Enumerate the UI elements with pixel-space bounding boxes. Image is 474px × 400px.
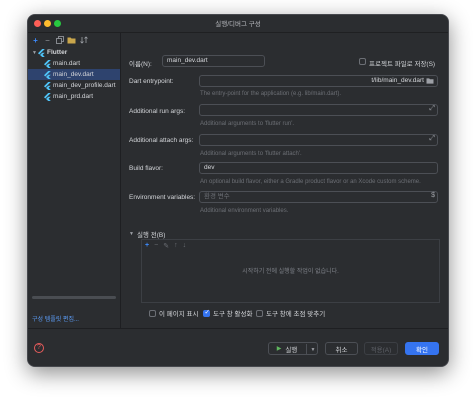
- config-form: 이름(N): main_dev.dart 프로젝트 파일로 저장(S) Dart…: [121, 33, 448, 329]
- activate-tool-window-checkbox[interactable]: [203, 308, 210, 317]
- flutter-icon: [38, 48, 45, 57]
- tree-group-label: Flutter: [47, 49, 68, 56]
- remove-icon[interactable]: −: [43, 36, 52, 45]
- run-args-hint: Additional arguments to 'flutter run'.: [200, 121, 295, 127]
- expand-icon[interactable]: ⤢: [429, 105, 435, 113]
- show-page-label: 이 페이지 표시: [159, 311, 199, 318]
- folder-icon[interactable]: [67, 36, 76, 45]
- copy-icon[interactable]: [55, 36, 64, 45]
- remove-icon[interactable]: −: [154, 242, 158, 250]
- build-flavor-hint: An optional build flavor, either a Gradl…: [200, 179, 421, 185]
- down-icon[interactable]: ↓: [183, 242, 187, 250]
- tree-group-flutter[interactable]: ▼ Flutter: [28, 47, 120, 58]
- entrypoint-input[interactable]: t/lib/main_dev.dart: [199, 75, 438, 87]
- flutter-icon: [44, 92, 51, 101]
- name-label: 이름(N):: [129, 61, 152, 68]
- sidebar-toolbar: + −: [31, 34, 88, 46]
- apply-button[interactable]: 적용(A): [364, 342, 398, 355]
- help-button[interactable]: ?: [34, 343, 44, 353]
- activate-tool-window-option[interactable]: 도구 창 활성화: [203, 308, 253, 318]
- name-input[interactable]: main_dev.dart: [162, 55, 265, 67]
- sidebar-scrollbar[interactable]: [32, 296, 116, 299]
- tree-item-selected[interactable]: main_dev.dart: [28, 69, 120, 80]
- build-flavor-input[interactable]: dev: [199, 162, 438, 174]
- env-label: Environment variables:: [129, 194, 196, 201]
- tree-item-label: main_prd.dart: [53, 93, 94, 100]
- tree-item-label: main.dart: [53, 60, 81, 67]
- store-as-project-file-label: 프로젝트 파일로 저장(S): [369, 61, 436, 68]
- add-icon[interactable]: +: [145, 242, 149, 250]
- cancel-button[interactable]: 취소: [325, 342, 358, 355]
- flutter-icon: [44, 70, 51, 79]
- env-browse-icon[interactable]: $: [431, 192, 435, 199]
- tree-item[interactable]: main_dev_profile.dart: [28, 80, 120, 91]
- activate-tool-window-label: 도구 창 활성화: [213, 311, 253, 318]
- window-title: 실행/디버그 구성: [215, 21, 261, 28]
- entrypoint-value: t/lib/main_dev.dart: [371, 77, 424, 84]
- focus-tool-window-checkbox[interactable]: [256, 309, 263, 317]
- focus-tool-window-option[interactable]: 도구 창에 초점 맞추기: [256, 308, 325, 318]
- env-hint: Additional environment variables.: [200, 208, 289, 214]
- dialog-button-bar: ? ▶ 실행 ▼ 취소 적용(A) 확인: [28, 328, 448, 366]
- attach-args-label: Additional attach args:: [129, 137, 194, 144]
- show-page-checkbox[interactable]: [149, 309, 156, 317]
- title-bar: 실행/디버그 구성: [28, 15, 448, 33]
- attach-args-hint: Additional arguments to 'flutter attach'…: [200, 151, 302, 157]
- run-button[interactable]: ▶ 실행 ▼: [268, 342, 318, 355]
- play-icon: ▶: [276, 346, 282, 352]
- add-icon[interactable]: +: [31, 36, 40, 45]
- before-launch-title: 실행 전(B): [136, 232, 166, 239]
- run-args-label: Additional run args:: [129, 108, 186, 115]
- focus-tool-window-label: 도구 창에 초점 맞추기: [266, 311, 326, 318]
- expand-icon[interactable]: ⤢: [429, 135, 435, 143]
- run-args-input[interactable]: [199, 104, 438, 116]
- before-launch-toolbar: + − ✎ ↑ ↓: [145, 242, 186, 250]
- edit-templates-link[interactable]: 구성 템플릿 편집...: [32, 314, 79, 323]
- flutter-icon: [44, 81, 51, 90]
- chevron-down-icon[interactable]: ▼: [306, 344, 319, 355]
- config-tree: ▼ Flutter main.dart main_dev.dart main_d…: [28, 47, 120, 102]
- folder-icon[interactable]: [426, 77, 434, 86]
- before-launch-empty-text: 시작하기 전에 실행할 작업이 없습니다.: [242, 269, 339, 275]
- build-flavor-label: Build flavor:: [129, 165, 163, 172]
- chevron-down-icon: ▼: [129, 231, 134, 237]
- chevron-down-icon[interactable]: ▼: [31, 50, 38, 56]
- tree-item[interactable]: main_prd.dart: [28, 91, 120, 102]
- tree-item-label: main_dev.dart: [53, 71, 94, 78]
- edit-icon[interactable]: ✎: [163, 242, 169, 250]
- entrypoint-label: Dart entrypoint:: [129, 78, 174, 85]
- tree-item[interactable]: main.dart: [28, 58, 120, 69]
- before-launch-panel: + − ✎ ↑ ↓ 시작하기 전에 실행할 작업이 없습니다.: [141, 239, 440, 303]
- run-label: 실행: [285, 346, 298, 354]
- show-page-option[interactable]: 이 페이지 표시: [149, 308, 199, 318]
- flutter-icon: [44, 59, 51, 68]
- ok-button[interactable]: 확인: [405, 342, 439, 355]
- entrypoint-hint: The entry-point for the application (e.g…: [200, 91, 342, 97]
- run-debug-config-dialog: 실행/디버그 구성 + − ▼ Flutter main.dart main_d…: [27, 14, 449, 367]
- env-input[interactable]: 환경 변수: [199, 191, 438, 203]
- sort-icon[interactable]: [79, 36, 88, 45]
- attach-args-input[interactable]: [199, 134, 438, 146]
- up-icon[interactable]: ↑: [174, 242, 178, 250]
- before-launch-header[interactable]: ▼ 실행 전(B): [129, 229, 165, 239]
- config-sidebar: + − ▼ Flutter main.dart main_dev.dart ma…: [28, 33, 121, 329]
- tree-item-label: main_dev_profile.dart: [53, 82, 116, 89]
- store-as-project-file-checkbox[interactable]: [359, 58, 366, 65]
